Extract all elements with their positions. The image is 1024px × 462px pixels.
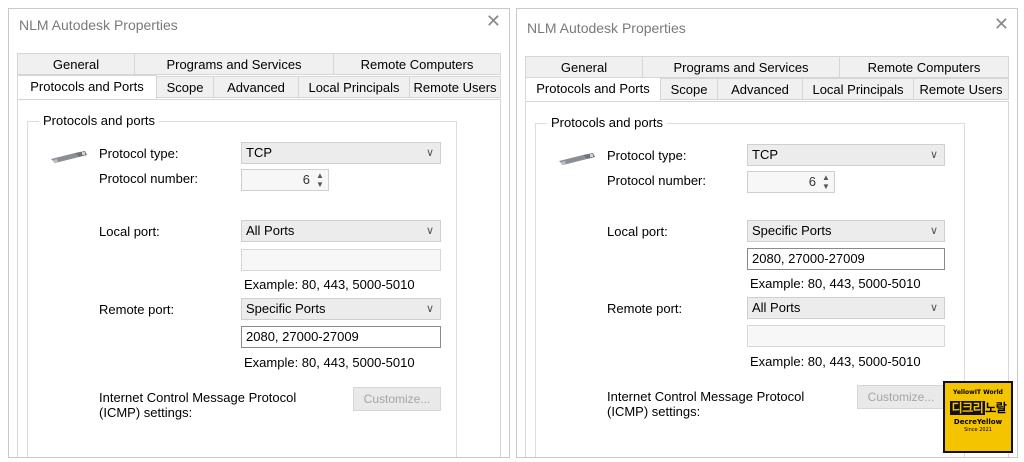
tab-remote-computers[interactable]: Remote Computers [839,56,1009,78]
remote-port-select[interactable]: Specific Ports ∨ [241,298,441,320]
group-label: Protocols and ports [547,115,668,130]
protocol-number-value: 6 [302,172,310,187]
local-port-label: Local port: [99,224,160,239]
watermark-line1: YellowIT World [953,389,1003,396]
protocol-type-value: TCP [752,147,778,162]
watermark-logo: YellowIT World 디크리 노랄 DecreYellow Since 2… [943,381,1013,453]
watermark-line4: Since 2021 [964,427,992,433]
watermark-line2: 디크리 노랄 [945,399,1011,416]
chevron-down-icon: ∨ [929,225,938,237]
close-icon[interactable]: ✕ [994,14,1009,35]
protocol-type-select[interactable]: TCP ∨ [241,142,441,164]
local-port-example: Example: 80, 443, 5000-5010 [244,277,415,292]
local-port-value: Specific Ports [752,223,832,238]
chevron-down-icon: ∨ [425,225,434,237]
protocol-number-stepper[interactable]: 6 ▲ ▼ [241,169,329,191]
tab-programs-and-services[interactable]: Programs and Services [642,56,840,78]
remote-port-value: All Ports [752,300,801,315]
remote-port-label: Remote port: [607,301,683,316]
tab-remote-users[interactable]: Remote Users [913,78,1009,100]
network-plug-icon [51,151,87,163]
spin-arrows-icon[interactable]: ▲ ▼ [314,171,326,189]
remote-port-example: Example: 80, 443, 5000-5010 [750,354,921,369]
protocol-number-stepper[interactable]: 6 ▲ ▼ [747,171,835,193]
chevron-down-icon: ∨ [929,302,938,314]
group-label: Protocols and ports [39,113,160,128]
tab-local-principals[interactable]: Local Principals [802,78,914,100]
dialog-title: NLM Autodesk Properties [19,17,178,33]
tab-remote-users[interactable]: Remote Users [409,76,501,98]
remote-port-input[interactable]: 2080, 27000-27009 [241,326,441,348]
tab-programs-and-services[interactable]: Programs and Services [134,53,334,75]
icmp-label-line2: (ICMP) settings: [99,405,193,420]
close-icon[interactable]: ✕ [486,11,501,32]
protocol-number-value: 6 [808,174,816,189]
chevron-down-icon: ∨ [929,149,938,161]
protocol-number-label: Protocol number: [99,171,198,186]
protocol-type-value: TCP [246,145,272,160]
local-port-example: Example: 80, 443, 5000-5010 [750,276,921,291]
customize-button[interactable]: Customize... [353,387,441,411]
network-plug-icon [559,153,595,165]
chevron-down-icon: ∨ [425,303,434,315]
local-port-select[interactable]: Specific Ports ∨ [747,220,945,242]
dialog-title: NLM Autodesk Properties [527,20,686,36]
icmp-label-line2: (ICMP) settings: [607,404,701,419]
tab-advanced[interactable]: Advanced [213,76,299,98]
tab-local-principals[interactable]: Local Principals [298,76,410,98]
tab-scope[interactable]: Scope [660,78,718,100]
tab-protocols-and-ports[interactable]: Protocols and Ports [525,77,661,101]
local-port-input[interactable] [241,249,441,271]
watermark-line2b: 노랄 [985,401,1007,415]
tab-general[interactable]: General [17,53,135,75]
local-port-input[interactable]: 2080, 27000-27009 [747,248,945,270]
tab-protocols-and-ports[interactable]: Protocols and Ports [17,75,157,99]
protocol-type-label: Protocol type: [99,146,179,161]
tab-general[interactable]: General [525,56,643,78]
remote-port-select[interactable]: All Ports ∨ [747,297,945,319]
chevron-down-icon: ∨ [425,147,434,159]
icmp-label-line1: Internet Control Message Protocol [607,389,805,404]
spin-arrows-icon[interactable]: ▲ ▼ [820,173,832,191]
tab-remote-computers[interactable]: Remote Computers [333,53,501,75]
local-port-value: All Ports [246,223,295,238]
icmp-label-line1: Internet Control Message Protocol [99,390,297,405]
remote-port-example: Example: 80, 443, 5000-5010 [244,355,415,370]
local-port-select[interactable]: All Ports ∨ [241,220,441,242]
local-port-label: Local port: [607,224,668,239]
protocol-type-label: Protocol type: [607,148,687,163]
remote-port-label: Remote port: [99,302,175,317]
watermark-line3: DecreYellow [953,418,1003,426]
remote-port-value: Specific Ports [246,301,326,316]
watermark-line2a: 디크리 [949,401,986,415]
tab-scope[interactable]: Scope [156,76,214,98]
tab-advanced[interactable]: Advanced [717,78,803,100]
protocol-number-label: Protocol number: [607,173,706,188]
protocol-type-select[interactable]: TCP ∨ [747,144,945,166]
properties-dialog-left: NLM Autodesk Properties ✕ General Progra… [8,8,510,458]
remote-port-input[interactable] [747,325,945,347]
customize-button[interactable]: Customize... [857,385,945,409]
